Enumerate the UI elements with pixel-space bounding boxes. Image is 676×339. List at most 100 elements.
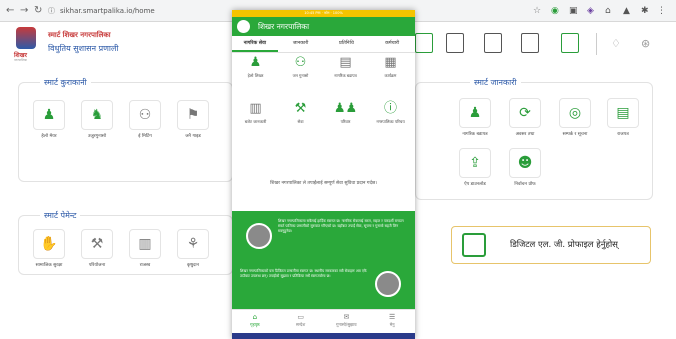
- smart-conversation-title: स्मार्ट कुराकानी: [40, 77, 91, 88]
- service-hello-mayor[interactable]: ♟ हेलो मेयर: [30, 100, 68, 139]
- calendar-icon: ▦: [384, 55, 397, 70]
- payment-agriculture[interactable]: ⚘ कृषुदान: [174, 229, 212, 268]
- download-tray-icon: ⇪: [459, 148, 491, 178]
- app-tile-service[interactable]: ⚒ सेवा: [278, 99, 323, 124]
- site-subtitle: विधुतिय सुशासन प्रणाली: [48, 44, 119, 53]
- info-election-profile[interactable]: ☻ निर्वाचन प्रोफ: [506, 148, 544, 187]
- info-app-download[interactable]: ⇪ ऐप डाउनलोड: [456, 148, 494, 187]
- site-title: स्मार्ट शिखर नगरपालिका: [48, 31, 111, 39]
- app-tile-program[interactable]: ▦ कार्यक्रम: [368, 53, 413, 78]
- app-tile-municipality-intro[interactable]: ⓘ नगरपालिका परिचय: [368, 99, 413, 124]
- tab-staff[interactable]: कर्मचारी: [369, 36, 415, 52]
- calendar-clock-icon[interactable]: [446, 33, 464, 53]
- payment-project[interactable]: ⚒ परियोजना: [78, 229, 116, 268]
- info-gazette[interactable]: ▤ राजपत्र: [604, 98, 642, 137]
- menu-icon: ☰: [388, 313, 396, 321]
- mobile-app-preview: 10:45 PM · फोन · 100% शिखर नगरपालिका नाग…: [232, 10, 415, 339]
- document-icon: ▤: [339, 55, 352, 70]
- mayor-photo: [246, 223, 272, 249]
- tab-information[interactable]: जानकारी: [278, 36, 324, 52]
- smart-information-title: स्मार्ट जानकारी: [470, 77, 521, 88]
- info-citizen-charter[interactable]: ♟ नागरिक बडापत्र: [456, 98, 494, 137]
- address-bar[interactable]: sikhar.smartpalika.io/home: [60, 4, 155, 18]
- app-tile-family[interactable]: ♟♟ परिवार: [323, 99, 368, 124]
- nepal-emblem-icon: [16, 27, 36, 49]
- header-divider: [596, 33, 597, 55]
- profile-badge-icon: ☻: [509, 148, 541, 178]
- info-icon: ⓘ: [383, 101, 397, 116]
- citizen-icon: ♟: [459, 98, 491, 128]
- service-e-meeting[interactable]: ⚇ ई मिटिंग: [126, 100, 164, 139]
- contact-icon: ◎: [559, 98, 591, 128]
- star-icon[interactable]: ☆: [533, 4, 541, 18]
- message-icon: ▭: [297, 313, 304, 321]
- gazette-icon: ▤: [607, 98, 639, 128]
- smart-payment-title: स्मार्ट पेमेन्ट: [40, 210, 81, 221]
- tab-representatives[interactable]: प्रतिनिधि: [324, 36, 370, 52]
- phone-bottom-bar: [232, 333, 415, 339]
- extension-icon[interactable]: ▲: [623, 4, 630, 18]
- person-icon: ♟: [33, 100, 65, 130]
- extension-icon[interactable]: ◉: [551, 4, 559, 18]
- forward-icon[interactable]: →: [20, 4, 28, 18]
- user-icon[interactable]: ⊛: [641, 37, 650, 50]
- guide-icon: ⚑: [177, 100, 209, 130]
- service-icon: ⚒: [294, 101, 307, 116]
- deputy-photo: [375, 271, 401, 297]
- reload-icon[interactable]: ↻: [34, 4, 42, 18]
- extension-icon[interactable]: ◈: [587, 4, 594, 18]
- chat-person-icon: ♞: [81, 100, 113, 130]
- payment-social-security[interactable]: ✋ सामाजिक सुरक्षा: [30, 229, 68, 268]
- app-note: शिखर नगरपालिका ले तपाईंलाई सम्पूर्ण सेवा…: [270, 181, 377, 186]
- back-icon[interactable]: ←: [6, 4, 14, 18]
- welcome-messages: शिखर नगरपालिकामा सबैलाई हार्दिक स्वागत छ…: [232, 211, 415, 309]
- group-icon: ♟♟: [333, 101, 358, 116]
- bell-icon[interactable]: ♢: [611, 37, 621, 50]
- app-title: शिखर नगरपालिका: [258, 22, 310, 31]
- tab-citizen-service[interactable]: नागरिक सेवा: [232, 36, 278, 52]
- refresh-icon: ⟳: [509, 98, 541, 128]
- app-tile-budget[interactable]: ▥ बजेट जानकारी: [233, 99, 278, 124]
- phone-status-bar: 10:45 PM · फोन · 100%: [232, 10, 415, 17]
- info-contact[interactable]: ◎ सम्पर्क र सूचना: [556, 98, 594, 137]
- meeting-icon: ⚇: [129, 100, 161, 130]
- person-icon: ♟: [249, 55, 262, 70]
- deputy-message: शिखर नगरपालिकाको यस डिजिटल प्रणालीमा स्व…: [240, 269, 367, 278]
- service-complaint[interactable]: ♞ उजुरगुनासो: [78, 100, 116, 139]
- bar-chart-icon: ▥: [129, 229, 161, 259]
- hand-coin-icon: ✋: [33, 229, 65, 259]
- nav-feedback[interactable]: ✉ गुनासो/सुझाव: [324, 310, 370, 333]
- mayor-message: शिखर नगरपालिकामा सबैलाई हार्दिक स्वागत छ…: [278, 219, 404, 233]
- extension-icon[interactable]: ⌂: [605, 4, 611, 18]
- app-tile-public-complaint[interactable]: ⚇ जन गुनासो: [278, 53, 323, 78]
- extensions-puzzle-icon[interactable]: ✱: [641, 4, 649, 18]
- app-bar: शिखर नगरपालिका: [232, 17, 415, 36]
- digital-lg-profile-label: डिजिटल एल. जी. प्रोफाइल हेर्नुहोस्: [510, 240, 618, 250]
- plant-icon: ⚘: [177, 229, 209, 259]
- logo-subtext: नगरपालिका: [14, 58, 27, 62]
- nav-home[interactable]: ⌂ गृहपृष्ठ: [232, 310, 278, 333]
- app-tile-citizen-charter[interactable]: ▤ नागरिक बडापत्र: [323, 53, 368, 78]
- info-opportunity[interactable]: ⟳ अवसर तथा: [506, 98, 544, 137]
- nav-menu[interactable]: ☰ मेनु: [369, 310, 415, 333]
- profile-card-icon: [462, 233, 486, 257]
- app-tile-hello-shikhar[interactable]: ♟ हेलो शिखर: [233, 53, 278, 78]
- nav-messages[interactable]: ▭ सन्देश: [278, 310, 324, 333]
- id-card-icon[interactable]: [521, 33, 539, 53]
- document-green-icon[interactable]: [415, 33, 433, 53]
- edit-document-icon[interactable]: [484, 33, 502, 53]
- service-guide[interactable]: ⚑ जनै गाइड: [174, 100, 212, 139]
- digital-lg-profile-banner[interactable]: डिजिटल एल. जी. प्रोफाइल हेर्नुहोस्: [451, 226, 651, 264]
- payment-revenue[interactable]: ▥ राजस्व: [126, 229, 164, 268]
- profile-icon[interactable]: ⋮: [657, 4, 666, 18]
- feedback-icon: ✉: [343, 313, 350, 321]
- extension-icon[interactable]: ▣: [569, 4, 578, 18]
- upload-tray-icon[interactable]: [561, 33, 579, 53]
- home-icon: ⌂: [252, 313, 258, 321]
- project-icon: ⚒: [81, 229, 113, 259]
- app-bottom-nav: ⌂ गृहपृष्ठ ▭ सन्देश ✉ गुनासो/सुझाव ☰ मेनु: [232, 309, 415, 333]
- lock-icon: ⓘ: [48, 7, 55, 15]
- app-logo-icon: [237, 20, 250, 33]
- chat-icon: ⚇: [294, 55, 307, 70]
- app-tabs: नागरिक सेवा जानकारी प्रतिनिधि कर्मचारी: [232, 36, 415, 53]
